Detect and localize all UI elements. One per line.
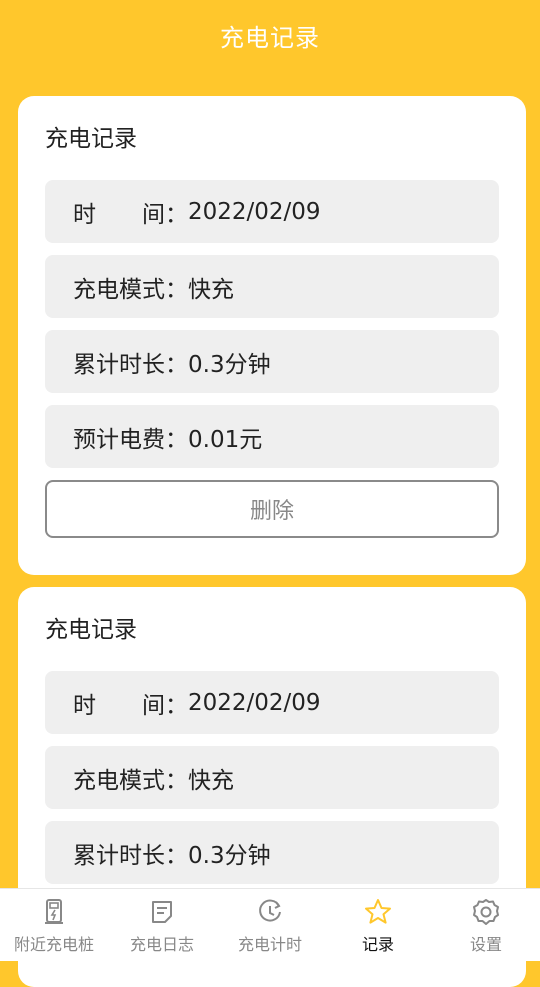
record-title: 充电记录 (45, 126, 137, 152)
duration-row: 累计时长： 0.3分钟 (45, 821, 499, 884)
fee-label: 预计电费： (73, 426, 188, 453)
duration-value: 0.3分钟 (188, 842, 271, 869)
mode-label: 充电模式： (73, 767, 188, 794)
mode-label: 充电模式： (73, 276, 188, 303)
time-label: 时 间： (73, 692, 188, 719)
duration-row: 累计时长： 0.3分钟 (45, 330, 499, 393)
page-title: 充电记录 (220, 23, 320, 52)
time-row: 时 间： 2022/02/09 (45, 180, 499, 243)
tab-label: 设置 (469, 935, 502, 954)
fee-value: 0.01元 (188, 426, 263, 453)
fee-row: 预计电费： 0.01元 (45, 405, 499, 468)
tab-charging-log[interactable]: 充电日志 (108, 889, 216, 961)
mode-row: 充电模式： 快充 (45, 746, 499, 809)
timer-icon (259, 899, 281, 922)
time-value: 2022/02/09 (188, 689, 321, 716)
time-value: 2022/02/09 (188, 198, 321, 225)
time-label: 时 间： (73, 201, 188, 228)
delete-button[interactable]: 删除 (45, 480, 499, 538)
delete-button-label: 删除 (249, 499, 294, 524)
page-header: 充电记录 (0, 0, 540, 70)
star-icon (365, 899, 391, 924)
tab-settings[interactable]: 设置 (432, 889, 540, 961)
bottom-tab-bar: 附近充电桩 充电日志 充电计时 记录 设置 (0, 888, 540, 961)
mode-value: 快充 (188, 767, 234, 794)
tab-label: 附近充电桩 (13, 935, 94, 954)
mode-row: 充电模式： 快充 (45, 255, 499, 318)
record-card: 充电记录 时 间： 2022/02/09 充电模式： 快充 累计时长： 0.3分… (18, 96, 526, 575)
tab-label: 记录 (361, 935, 394, 954)
tab-nearby-chargers[interactable]: 附近充电桩 (0, 889, 108, 961)
charging-pile-icon (45, 899, 63, 924)
log-icon (152, 901, 172, 923)
gear-icon (473, 899, 499, 925)
tab-label: 充电日志 (129, 935, 194, 954)
duration-label: 累计时长： (73, 842, 188, 869)
duration-value: 0.3分钟 (188, 351, 271, 378)
tab-charging-timer[interactable]: 充电计时 (216, 889, 324, 961)
tab-records[interactable]: 记录 (324, 889, 432, 961)
record-title: 充电记录 (45, 617, 137, 643)
time-row: 时 间： 2022/02/09 (45, 671, 499, 734)
duration-label: 累计时长： (73, 351, 188, 378)
mode-value: 快充 (188, 276, 234, 303)
tab-label: 充电计时 (237, 935, 302, 954)
